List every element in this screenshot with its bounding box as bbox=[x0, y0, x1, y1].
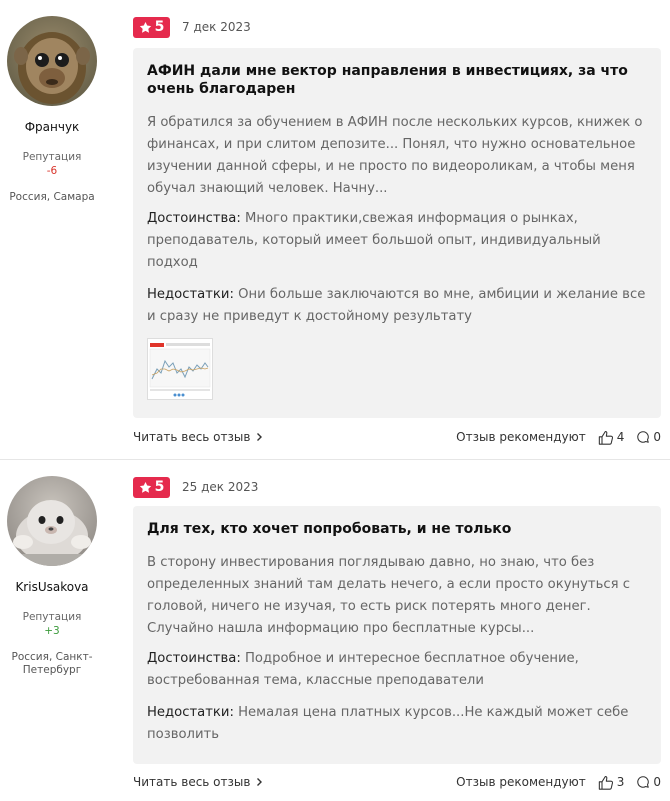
comment-bubble-icon bbox=[637, 431, 650, 443]
read-more-label: Читать весь отзыв bbox=[133, 775, 251, 789]
reputation-label: Репутация bbox=[22, 151, 82, 163]
star-icon bbox=[139, 21, 151, 33]
review-card: KrisUsakova Репутация +3 Россия, Санкт-П… bbox=[0, 460, 670, 801]
review-footer: Читать весь отзыв Отзыв рекомендуют 4 0 bbox=[133, 427, 661, 447]
review-text: Я обратился за обучением в АФИН после не… bbox=[147, 115, 643, 196]
read-more-link[interactable]: Читать весь отзыв bbox=[133, 775, 263, 789]
chevron-right-icon bbox=[257, 778, 263, 786]
reputation-label: Репутация bbox=[22, 611, 82, 623]
like-count: 4 bbox=[616, 430, 625, 444]
comment-bubble-icon bbox=[637, 776, 650, 788]
like-count: 3 bbox=[616, 775, 625, 789]
author-block: KrisUsakova Репутация +3 Россия, Санкт-П… bbox=[0, 476, 104, 677]
author-name[interactable]: KrisUsakova bbox=[0, 580, 104, 594]
read-more-link[interactable]: Читать весь отзыв bbox=[133, 430, 263, 444]
reputation-value: -6 bbox=[46, 165, 58, 177]
review-body: Для тех, кто хочет попробовать, и не тол… bbox=[133, 506, 661, 764]
review-cons: Недостатки: Они больше заключаются во мн… bbox=[147, 284, 647, 328]
comment-count: 0 bbox=[653, 430, 661, 444]
review-pros: Достоинства: Много практики,свежая инфор… bbox=[147, 208, 647, 274]
like-button[interactable]: 4 bbox=[598, 430, 625, 445]
comments-button[interactable]: 0 bbox=[636, 775, 661, 789]
star-icon bbox=[139, 481, 151, 493]
rating-badge: 5 bbox=[133, 16, 170, 38]
rating-value: 5 bbox=[154, 479, 165, 495]
review-text: В сторону инвестирования поглядываю давн… bbox=[147, 555, 631, 636]
cons-label: Недостатки: bbox=[147, 287, 234, 302]
comment-count: 0 bbox=[653, 775, 661, 789]
review-card: Франчук Репутация -6 Россия, Самара 5 7 … bbox=[0, 0, 670, 460]
author-location: Россия, Санкт-Петербург bbox=[11, 651, 93, 676]
reputation-value: +3 bbox=[44, 625, 60, 637]
recommend-label: Отзыв рекомендуют bbox=[456, 430, 586, 444]
like-button[interactable]: 3 bbox=[598, 775, 625, 790]
avatar[interactable] bbox=[7, 16, 97, 106]
attachment-thumbnail[interactable] bbox=[147, 338, 213, 400]
review-date: 25 дек 2023 bbox=[182, 480, 259, 494]
recommend-label: Отзыв рекомендуют bbox=[456, 775, 586, 789]
thumbs-up-icon bbox=[598, 775, 613, 790]
rating-badge: 5 bbox=[133, 476, 170, 498]
review-title[interactable]: АФИН дали мне вектор направления в инвес… bbox=[147, 62, 647, 98]
pros-label: Достоинства: bbox=[147, 651, 241, 666]
chevron-right-icon bbox=[257, 433, 263, 441]
review-cons: Недостатки: Немалая цена платных курсов.… bbox=[147, 702, 647, 746]
review-title[interactable]: Для тех, кто хочет попробовать, и не тол… bbox=[147, 520, 647, 538]
review-footer: Читать весь отзыв Отзыв рекомендуют 3 0 bbox=[133, 772, 661, 792]
thumbs-up-icon bbox=[598, 430, 613, 445]
review-header: 5 7 дек 2023 bbox=[133, 16, 251, 38]
rating-value: 5 bbox=[154, 19, 165, 35]
author-name[interactable]: Франчук bbox=[0, 120, 104, 134]
comments-button[interactable]: 0 bbox=[636, 430, 661, 444]
review-date: 7 дек 2023 bbox=[182, 20, 251, 34]
pros-label: Достоинства: bbox=[147, 211, 241, 226]
author-location: Россия, Самара bbox=[9, 191, 95, 203]
review-pros: Достоинства: Подробное и интересное бесп… bbox=[147, 648, 647, 692]
review-body: АФИН дали мне вектор направления в инвес… bbox=[133, 48, 661, 418]
author-block: Франчук Репутация -6 Россия, Самара bbox=[0, 16, 104, 204]
read-more-label: Читать весь отзыв bbox=[133, 430, 251, 444]
review-header: 5 25 дек 2023 bbox=[133, 476, 258, 498]
cons-label: Недостатки: bbox=[147, 705, 234, 720]
avatar[interactable] bbox=[7, 476, 97, 566]
